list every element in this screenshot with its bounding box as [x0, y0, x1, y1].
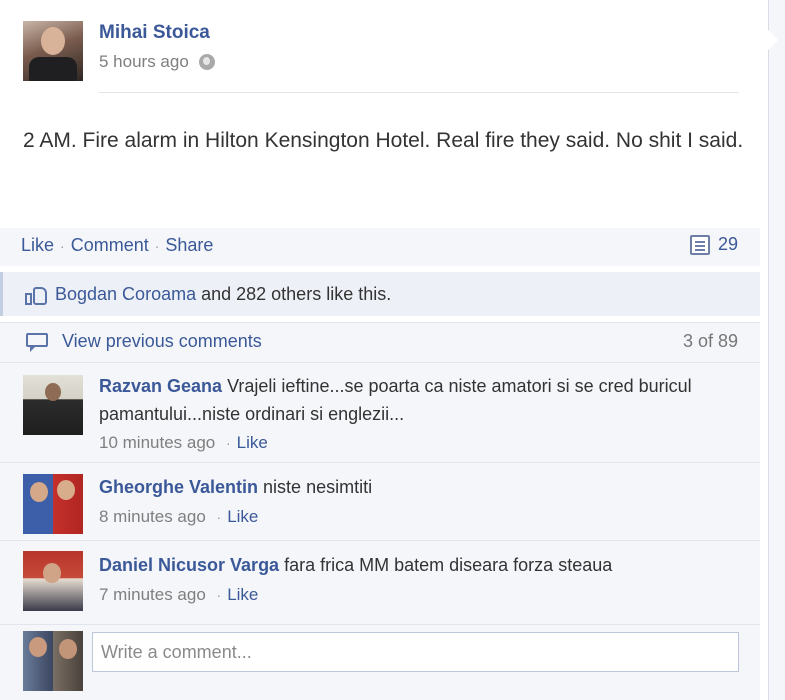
comment-meta: 7 minutes ago · Like	[99, 585, 258, 605]
right-rail	[768, 0, 785, 700]
post-timestamp[interactable]: 5 hours ago	[99, 52, 189, 72]
current-user-avatar	[23, 631, 83, 691]
comment-count[interactable]: 29	[689, 234, 738, 255]
comment-avatar[interactable]	[23, 474, 83, 534]
like-link[interactable]: Like	[21, 235, 54, 256]
separator-dot: ·	[216, 587, 222, 603]
likes-rest-text: and 282 others like this.	[196, 284, 392, 304]
comment-avatar[interactable]	[23, 375, 83, 435]
comment-author[interactable]: Razvan Geana	[99, 376, 222, 396]
comment-item: Razvan Geana Vrajeli ieftine...se poarta…	[0, 362, 760, 462]
avatar-face	[30, 482, 48, 502]
comment-item: Gheorghe Valentin niste nesimtiti 8 minu…	[0, 462, 760, 540]
comment-time[interactable]: 10 minutes ago	[99, 433, 215, 452]
header-divider	[99, 92, 739, 93]
comment-like-link[interactable]: Like	[227, 507, 258, 526]
post-actions: Like · Comment · Share	[21, 235, 213, 256]
comment-icon	[689, 234, 710, 255]
post-actions-bar: Like · Comment · Share 29	[0, 228, 760, 266]
thumbs-up-hand	[33, 286, 47, 305]
comment-time[interactable]: 8 minutes ago	[99, 507, 206, 526]
comment-body: Razvan Geana Vrajeli ieftine...se poarta…	[99, 372, 739, 428]
likes-summary: Bogdan Coroama and 282 others like this.	[0, 272, 760, 316]
separator-dot: ·	[60, 237, 65, 254]
rail-notch	[768, 30, 778, 50]
avatar-face	[43, 563, 61, 583]
comment-body: Gheorghe Valentin niste nesimtiti	[99, 473, 739, 501]
facebook-post: Mihai Stoica 5 hours ago 2 AM. Fire alar…	[0, 0, 760, 700]
globe-icon	[198, 54, 215, 70]
comment-like-link[interactable]: Like	[227, 585, 258, 604]
speech-bubble-box	[26, 332, 48, 347]
comment-meta: 10 minutes ago · Like	[99, 433, 268, 453]
avatar-face	[57, 480, 75, 500]
separator-dot: ·	[216, 509, 222, 525]
comment-avatar[interactable]	[23, 551, 83, 611]
comment-count-value: 29	[717, 234, 738, 254]
comment-link[interactable]: Comment	[71, 235, 149, 256]
separator-dot: ·	[225, 435, 231, 451]
comments-pager: 3 of 89	[682, 331, 738, 351]
post-text: 2 AM. Fire alarm in Hilton Kensington Ho…	[23, 129, 744, 152]
comment-like-link[interactable]: Like	[237, 433, 268, 452]
view-previous-comments-bar: View previous comments 3 of 89	[0, 322, 760, 362]
avatar-face	[59, 639, 77, 659]
write-comment-input[interactable]	[92, 632, 739, 672]
view-previous-comments-label: View previous comments	[62, 331, 262, 351]
speech-bubble-tail	[30, 345, 36, 352]
liker-name-link[interactable]: Bogdan Coroama	[55, 284, 196, 305]
thumbs-up-base	[25, 292, 32, 305]
likes-summary-row: Bogdan Coroama and 282 others like this.	[25, 284, 391, 305]
thumbs-up-icon	[25, 285, 47, 305]
view-previous-comments[interactable]: View previous comments	[26, 331, 262, 352]
avatar-face	[45, 383, 61, 401]
speech-bubble-icon	[26, 332, 50, 352]
post-author-name[interactable]: Mihai Stoica	[99, 22, 210, 44]
comment-meta: 8 minutes ago · Like	[99, 507, 258, 527]
comment-author[interactable]: Gheorghe Valentin	[99, 477, 258, 497]
avatar-shirt	[29, 57, 77, 81]
share-link[interactable]: Share	[165, 235, 213, 256]
comment-body: Daniel Nicusor Varga fara frica MM batem…	[99, 551, 739, 579]
comment-item: Daniel Nicusor Varga fara frica MM batem…	[0, 540, 760, 624]
avatar-face	[41, 27, 65, 55]
comment-text: fara frica MM batem diseara forza steaua	[284, 555, 613, 575]
compose-comment-bar	[0, 624, 760, 700]
separator-dot: ·	[154, 237, 160, 254]
avatar-face	[29, 637, 47, 657]
comment-text: niste nesimtiti	[263, 477, 373, 497]
post-meta: 5 hours ago	[99, 52, 215, 72]
author-avatar[interactable]	[23, 21, 83, 81]
comment-time[interactable]: 7 minutes ago	[99, 585, 206, 604]
comment-author[interactable]: Daniel Nicusor Varga	[99, 555, 279, 575]
